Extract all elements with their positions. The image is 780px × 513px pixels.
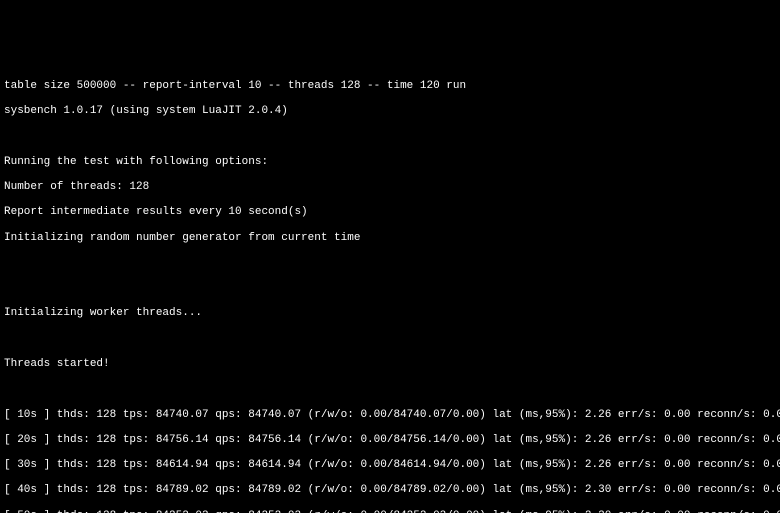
interval-row: [ 50s ] thds: 128 tps: 84252.03 qps: 842… xyxy=(4,510,780,513)
header-line: sysbench 1.0.17 (using system LuaJIT 2.0… xyxy=(4,105,288,117)
interval-row: [ 10s ] thds: 128 tps: 84740.07 qps: 847… xyxy=(4,409,780,421)
terminal-output: table size 500000 -- report-interval 10 … xyxy=(0,63,780,513)
header-line: table size 500000 -- report-interval 10 … xyxy=(4,80,466,92)
interval-row: [ 20s ] thds: 128 tps: 84756.14 qps: 847… xyxy=(4,434,780,446)
header-line: Running the test with following options: xyxy=(4,156,268,168)
header-line: Threads started! xyxy=(4,358,110,370)
header-line: Initializing random number generator fro… xyxy=(4,232,360,244)
interval-row: [ 40s ] thds: 128 tps: 84789.02 qps: 847… xyxy=(4,484,780,496)
header-line: Report intermediate results every 10 sec… xyxy=(4,206,308,218)
header-line: Initializing worker threads... xyxy=(4,307,202,319)
interval-row: [ 30s ] thds: 128 tps: 84614.94 qps: 846… xyxy=(4,459,780,471)
header-line: Number of threads: 128 xyxy=(4,181,149,193)
